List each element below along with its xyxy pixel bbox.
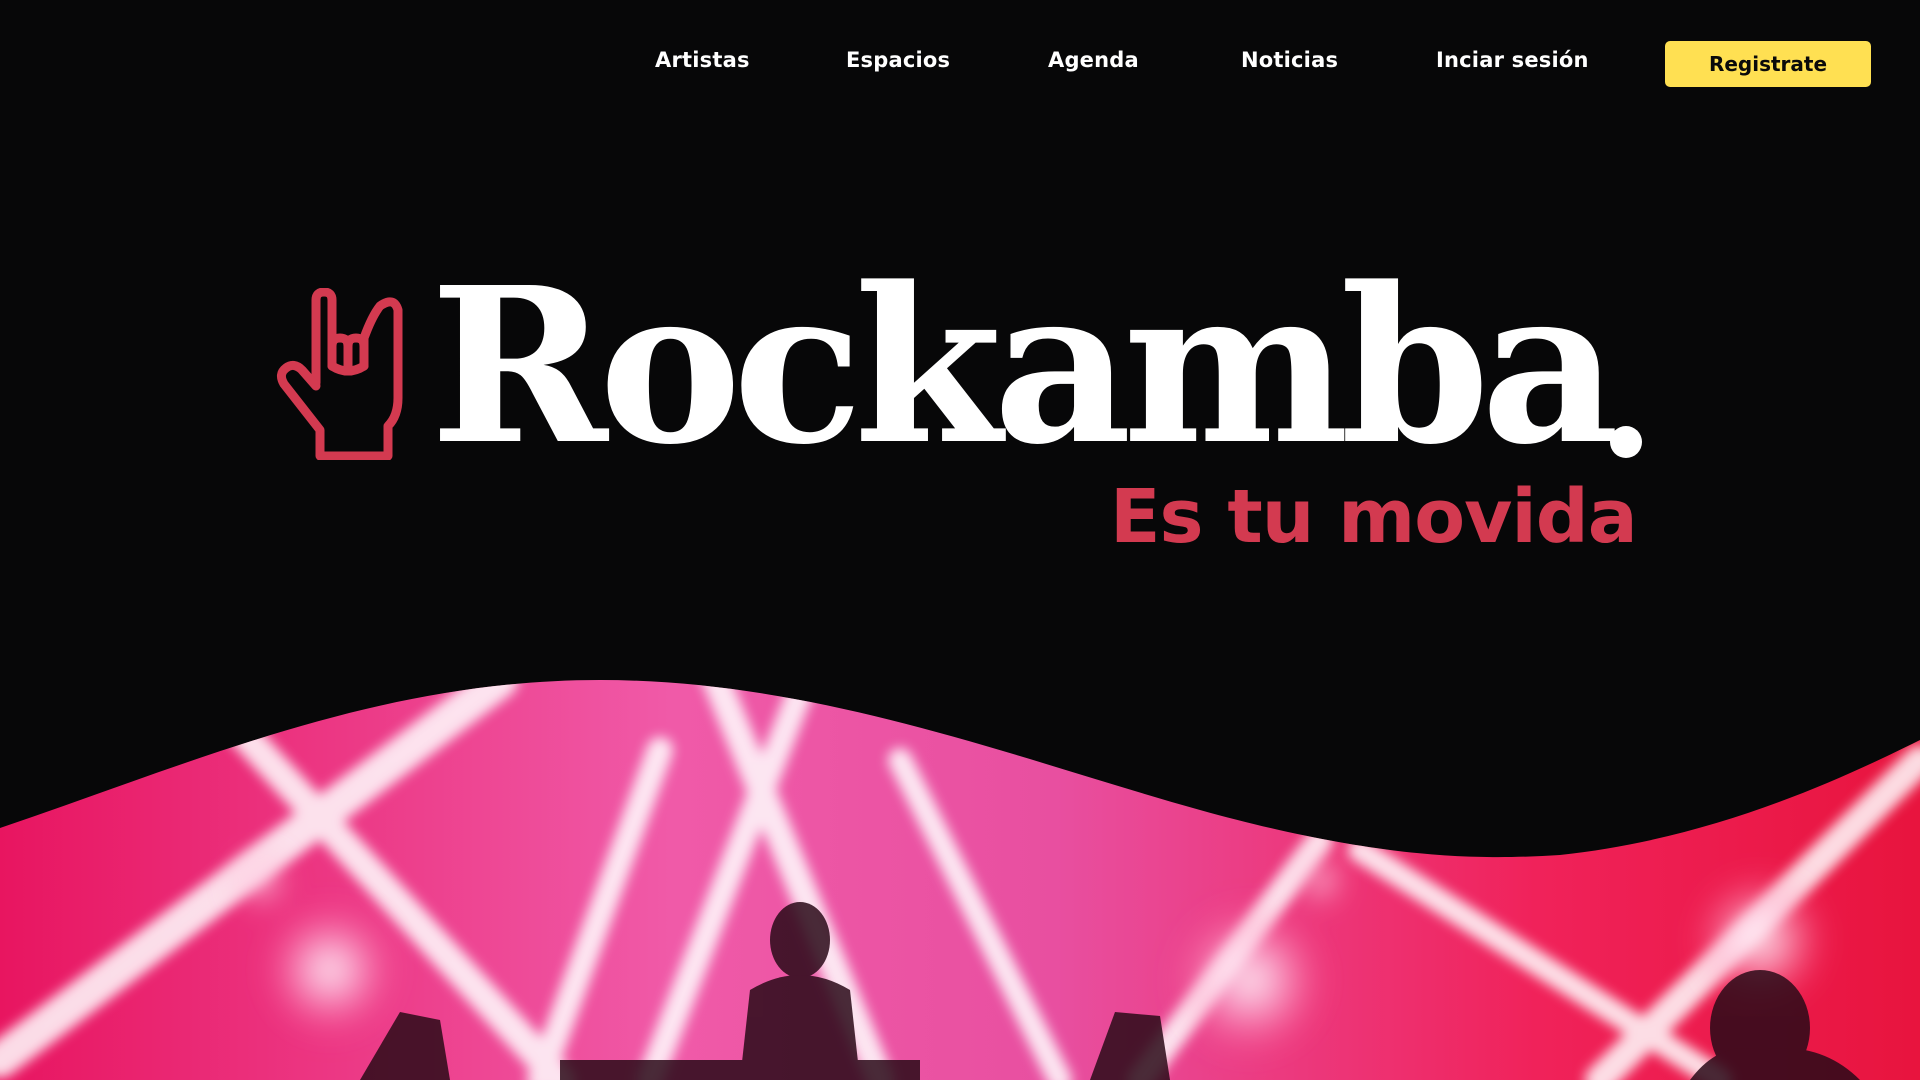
brand-hero: Rockamba Es tu movida xyxy=(0,0,1920,600)
brand-wordmark: Rockamba xyxy=(430,241,1620,492)
wordmark-period xyxy=(1610,426,1642,458)
rock-hand-icon xyxy=(276,288,403,460)
brand-tagline: Es tu movida xyxy=(1110,474,1638,560)
concert-stage-lights-photo xyxy=(0,680,1920,1080)
